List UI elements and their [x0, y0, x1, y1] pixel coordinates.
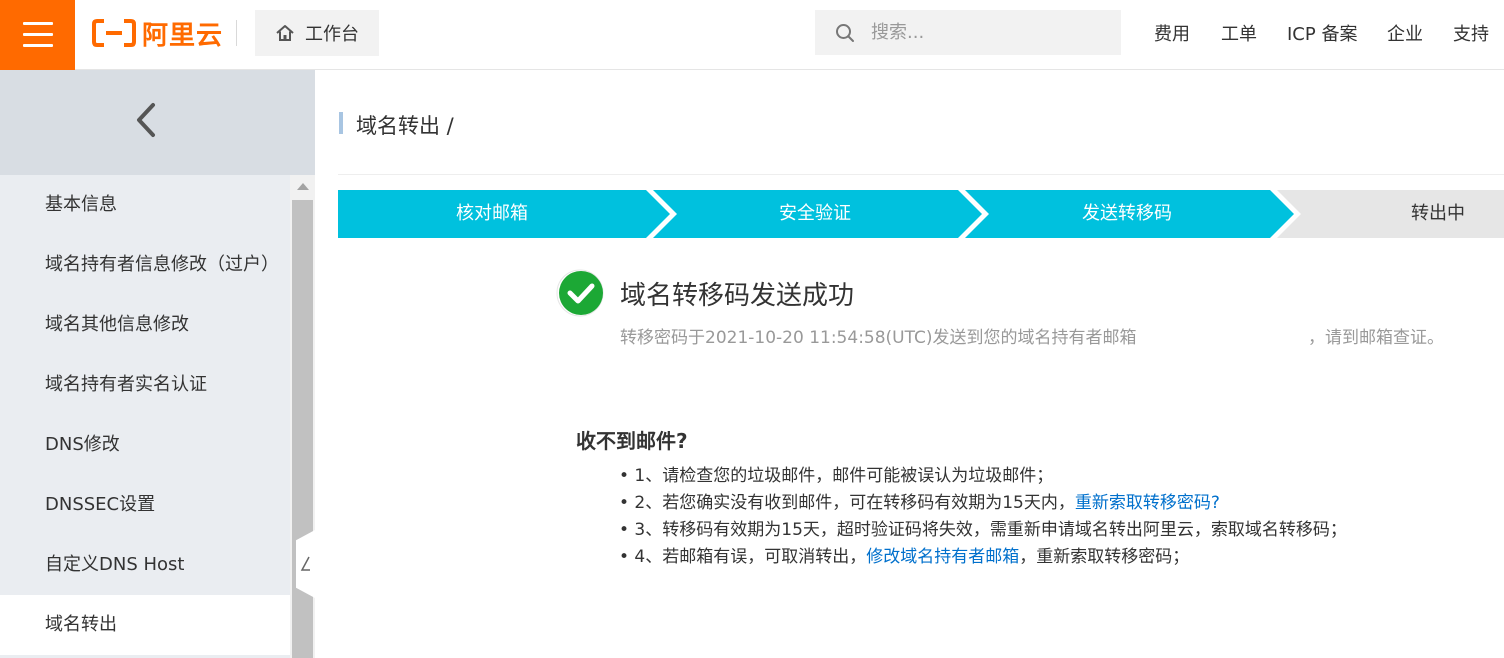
search-icon	[836, 23, 854, 42]
sidebar-item-transfer-out[interactable]: 域名转出	[0, 595, 290, 655]
sidebar-item-realname[interactable]: 域名持有者实名认证	[0, 355, 290, 415]
sidebar-item-dns[interactable]: DNS修改	[0, 415, 290, 475]
chevron-left-icon	[137, 103, 155, 137]
top-navigation-bar: 阿里云 工作台 费用 工单 ICP 备案 企业 支持	[0, 0, 1504, 70]
help-item-2: • 2、若您确实没有收到邮件，可在转移码有效期为15天内，重新索取转移密码?	[619, 490, 1347, 517]
nav-enterprise[interactable]: 企业	[1387, 20, 1423, 46]
nav-icp[interactable]: ICP 备案	[1287, 20, 1357, 46]
sidebar-item-basic-info[interactable]: 基本信息	[0, 175, 290, 235]
header-divider	[338, 174, 1504, 175]
help-item-2-text: • 2、若您确实没有收到邮件，可在转移码有效期为15天内，	[619, 493, 1075, 513]
result-description: 转移密码于2021-10-20 11:54:58(UTC)发送到您的域名持有者邮…	[620, 323, 1444, 348]
nav-support[interactable]: 支持	[1453, 20, 1489, 46]
back-button[interactable]	[0, 70, 315, 175]
help-item-3-text: • 3、转移码有效期为15天，超时验证码将失效，需重新申请域名转出阿里云，索取域…	[619, 520, 1347, 540]
result-description-suffix: ，请到邮箱查证。	[1308, 328, 1444, 348]
search-input[interactable]	[869, 21, 1093, 44]
nav-billing[interactable]: 费用	[1154, 20, 1190, 46]
help-item-4: • 4、若邮箱有误，可取消转出，修改域名持有者邮箱，重新索取转移密码；	[619, 544, 1347, 571]
sidebar-item-dns-host[interactable]: 自定义DNS Host	[0, 535, 290, 595]
step-transferring: 转出中	[1411, 203, 1465, 224]
sidebar-toggle[interactable]	[296, 530, 315, 598]
progress-steps: 核对邮箱 安全验证 发送转移码 转出中	[338, 190, 1504, 238]
modify-owner-email-link[interactable]: 修改域名持有者邮箱	[866, 547, 1019, 567]
aliyun-logo[interactable]: 阿里云	[92, 16, 224, 51]
step-send-code: 发送转移码	[1082, 203, 1172, 224]
hamburger-menu-icon[interactable]	[0, 0, 75, 70]
help-item-1: • 1、请检查您的垃圾邮件，邮件可能被误认为垃圾邮件；	[619, 463, 1347, 490]
result-description-prefix: 转移密码于2021-10-20 11:54:58(UTC)发送到您的域名持有者邮…	[620, 328, 1137, 348]
sidebar-item-other-info[interactable]: 域名其他信息修改	[0, 295, 290, 355]
breadcrumb-accent	[339, 112, 343, 134]
aliyun-logo-mark-icon	[92, 19, 136, 47]
help-item-3: • 3、转移码有效期为15天，超时验证码将失效，需重新申请域名转出阿里云，索取域…	[619, 517, 1347, 544]
help-list: • 1、请检查您的垃圾邮件，邮件可能被误认为垃圾邮件； • 2、若您确实没有收到…	[619, 463, 1347, 571]
scroll-up-arrow-icon[interactable]	[297, 183, 309, 190]
logo-divider	[236, 20, 237, 46]
help-item-4-text: • 4、若邮箱有误，可取消转出，	[619, 547, 867, 567]
workbench-button[interactable]: 工作台	[255, 10, 379, 56]
resend-code-link[interactable]: 重新索取转移密码?	[1075, 493, 1220, 513]
sidebar-item-dnssec[interactable]: DNSSEC设置	[0, 475, 290, 535]
home-icon	[276, 25, 294, 41]
step-security-check: 安全验证	[779, 203, 851, 224]
help-title: 收不到邮件?	[576, 429, 688, 453]
sidebar-item-owner-change[interactable]: 域名持有者信息修改（过户）	[0, 235, 290, 295]
sidebar: 基本信息 域名持有者信息修改（过户） 域名其他信息修改 域名持有者实名认证 DN…	[0, 70, 315, 658]
help-item-1-text: • 1、请检查您的垃圾邮件，邮件可能被误认为垃圾邮件；	[619, 466, 1054, 486]
step-verify-email: 核对邮箱	[456, 203, 528, 224]
help-item-4-suffix: ，重新索取转移密码；	[1019, 547, 1190, 567]
breadcrumb: 域名转出 /	[356, 114, 454, 138]
workbench-label: 工作台	[305, 24, 359, 45]
check-circle-icon	[556, 269, 604, 317]
logo-text: 阿里云	[142, 20, 224, 51]
search-box[interactable]	[815, 10, 1121, 55]
result-title: 域名转移码发送成功	[620, 281, 855, 311]
sidebar-nav-list: 基本信息 域名持有者信息修改（过户） 域名其他信息修改 域名持有者实名认证 DN…	[0, 175, 290, 655]
collapse-arrow-icon	[300, 556, 310, 571]
nav-ticket[interactable]: 工单	[1221, 20, 1257, 46]
